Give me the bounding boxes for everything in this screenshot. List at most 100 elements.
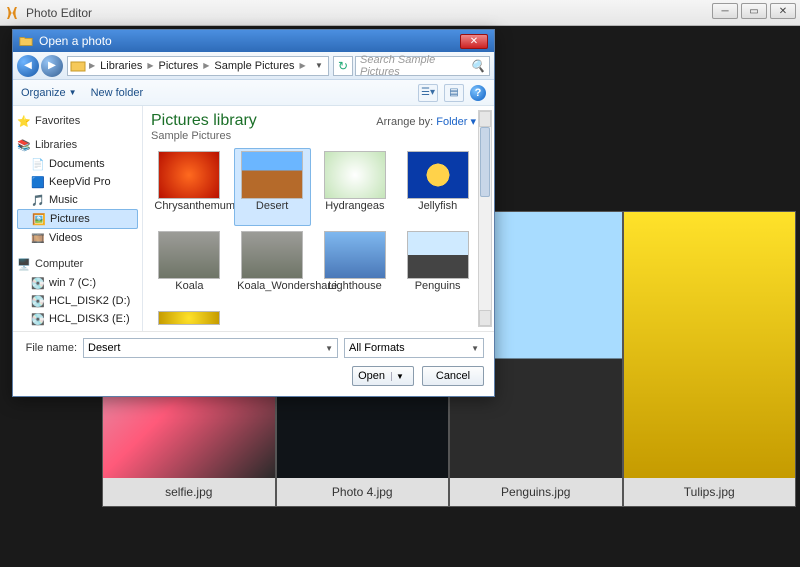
folder-small-icon <box>70 58 86 74</box>
file-thumb <box>241 231 303 279</box>
open-button[interactable]: Open ▼ <box>352 366 414 386</box>
strip-item[interactable]: Tulips.jpg <box>623 211 797 507</box>
app-titlebar: Photo Editor ─ ▭ ✕ <box>0 0 800 26</box>
breadcrumb-bar[interactable]: ▶Libraries▶Pictures▶Sample Pictures▶ ▼ <box>67 56 329 76</box>
file-thumb <box>407 151 469 199</box>
lib-icon: 🎵 <box>31 193 45 207</box>
file-name-label: File name: <box>23 342 77 354</box>
organize-menu[interactable]: Organize▼ <box>21 87 77 99</box>
file-item[interactable]: Hydrangeas <box>317 148 394 226</box>
file-label: Jellyfish <box>403 201 473 223</box>
tree-item-pictures[interactable]: 🖼️Pictures <box>17 209 138 229</box>
lib-icon: 🎞️ <box>31 231 45 245</box>
file-item[interactable]: Koala <box>151 228 228 306</box>
file-item[interactable]: Koala_Wondershare <box>234 228 311 306</box>
preview-pane-button[interactable]: ▤ <box>444 84 464 102</box>
file-label: Hydrangeas <box>320 201 390 223</box>
open-file-dialog: Open a photo ✕ ◀ ▶ ▶Libraries▶Pictures▶S… <box>12 29 495 397</box>
library-subtitle: Sample Pictures <box>151 130 257 142</box>
help-button[interactable]: ? <box>470 85 486 101</box>
file-item[interactable] <box>151 308 228 328</box>
breadcrumb-sep[interactable]: ▶ <box>299 61 307 70</box>
drive-icon: 💽 <box>31 276 45 290</box>
cancel-button[interactable]: Cancel <box>422 366 484 386</box>
strip-caption: Tulips.jpg <box>624 478 796 506</box>
file-name-input[interactable]: Desert ▼ <box>83 338 338 358</box>
dialog-title: Open a photo <box>39 34 112 48</box>
tree-item-keepvid pro[interactable]: 🟦KeepVid Pro <box>17 173 138 191</box>
drive-icon: 💽 <box>31 312 45 326</box>
file-label: Desert <box>237 201 307 223</box>
breadcrumb-sep[interactable]: ▶ <box>202 61 210 70</box>
file-label: Chrysanthemum <box>154 201 224 223</box>
strip-caption: Penguins.jpg <box>450 478 622 506</box>
tree-item-documents[interactable]: 📄Documents <box>17 155 138 173</box>
arrange-by[interactable]: Arrange by: Folder ▾ <box>376 115 476 128</box>
strip-caption: Photo 4.jpg <box>277 478 449 506</box>
dialog-nav-bar: ◀ ▶ ▶Libraries▶Pictures▶Sample Pictures▶… <box>13 52 494 80</box>
file-item[interactable]: Penguins <box>399 228 476 306</box>
breadcrumb-item[interactable]: Sample Pictures <box>210 58 298 74</box>
breadcrumb-dropdown[interactable]: ▼ <box>312 61 326 70</box>
dialog-close-button[interactable]: ✕ <box>460 34 488 49</box>
file-item[interactable]: Desert <box>234 148 311 226</box>
tree-drive[interactable]: 💽win 7 (C:) <box>17 274 138 292</box>
dialog-footer: File name: Desert ▼ All Formats ▼ Open ▼… <box>13 331 494 396</box>
file-item[interactable]: Lighthouse <box>317 228 394 306</box>
chevron-down-icon: ▼ <box>471 344 479 353</box>
file-gallery: Pictures library Sample Pictures Arrange… <box>143 106 494 331</box>
library-title: Pictures library <box>151 112 257 130</box>
star-icon: ⭐ <box>17 114 31 128</box>
tree-drive[interactable]: 💽HCL_DISK3 (E:) <box>17 310 138 328</box>
refresh-button[interactable]: ↻ <box>333 56 353 76</box>
file-item[interactable]: Jellyfish <box>399 148 476 226</box>
favorites-header[interactable]: ⭐ Favorites <box>17 114 138 128</box>
app-title: Photo Editor <box>26 6 92 20</box>
strip-caption: selfie.jpg <box>103 478 275 506</box>
tree-drive[interactable]: 💽HCL_DISK2 (D:) <box>17 292 138 310</box>
libraries-header[interactable]: 📚 Libraries <box>17 138 138 152</box>
app-icon <box>4 5 20 21</box>
breadcrumb-sep[interactable]: ▶ <box>146 61 154 70</box>
nav-forward-button[interactable]: ▶ <box>41 55 63 77</box>
file-thumb <box>241 151 303 199</box>
breadcrumb-item[interactable]: Libraries <box>96 58 146 74</box>
gallery-scrollbar[interactable] <box>478 110 492 327</box>
file-thumb <box>324 231 386 279</box>
file-label: Penguins <box>403 281 473 303</box>
nav-back-button[interactable]: ◀ <box>17 55 39 77</box>
chevron-down-icon: ▼ <box>325 344 333 353</box>
libraries-icon: 📚 <box>17 138 31 152</box>
file-label: Lighthouse <box>320 281 390 303</box>
minimize-button[interactable]: ─ <box>712 3 738 19</box>
file-thumb <box>158 311 220 325</box>
computer-header[interactable]: 🖥️ Computer <box>17 257 138 271</box>
lib-icon: 🟦 <box>31 175 45 189</box>
tree-item-videos[interactable]: 🎞️Videos <box>17 229 138 247</box>
search-placeholder: Search Sample Pictures <box>360 54 470 78</box>
nav-tree: ⭐ Favorites 📚 Libraries 📄Documents🟦KeepV… <box>13 106 143 331</box>
new-folder-button[interactable]: New folder <box>91 87 144 99</box>
file-thumb <box>158 151 220 199</box>
dialog-titlebar: Open a photo ✕ <box>13 30 494 52</box>
view-options-button[interactable]: ☰▾ <box>418 84 438 102</box>
drive-icon: 💽 <box>31 294 45 308</box>
tree-item-music[interactable]: 🎵Music <box>17 191 138 209</box>
dialog-toolbar: Organize▼ New folder ☰▾ ▤ ? <box>13 80 494 106</box>
open-dropdown[interactable]: ▼ <box>391 372 408 381</box>
file-thumb <box>324 151 386 199</box>
computer-icon: 🖥️ <box>17 257 31 271</box>
lib-icon: 🖼️ <box>32 212 46 226</box>
file-label: Koala_Wondershare <box>237 281 307 303</box>
maximize-button[interactable]: ▭ <box>741 3 767 19</box>
strip-thumb <box>624 212 796 478</box>
search-input[interactable]: Search Sample Pictures 🔍 <box>355 56 490 76</box>
breadcrumb-sep[interactable]: ▶ <box>88 61 96 70</box>
close-button[interactable]: ✕ <box>770 3 796 19</box>
breadcrumb-item[interactable]: Pictures <box>155 58 203 74</box>
file-type-filter[interactable]: All Formats ▼ <box>344 338 484 358</box>
file-thumb <box>158 231 220 279</box>
search-icon: 🔍 <box>470 59 485 73</box>
file-label: Koala <box>154 281 224 303</box>
file-item[interactable]: Chrysanthemum <box>151 148 228 226</box>
